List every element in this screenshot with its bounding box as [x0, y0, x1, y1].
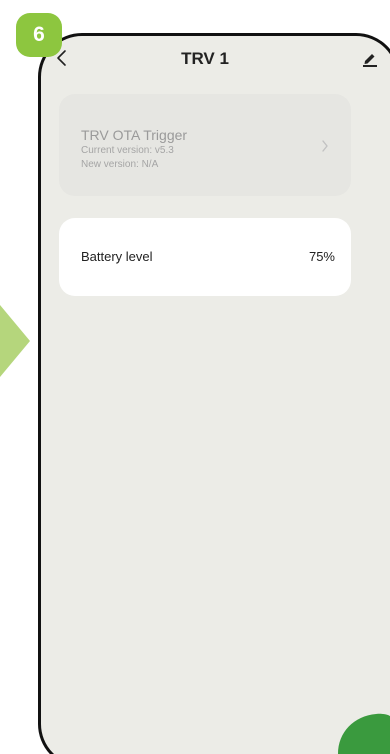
chevron-right-icon	[322, 140, 328, 152]
step-number-badge: 6	[16, 13, 62, 57]
battery-level-card: Battery level 75%	[59, 218, 351, 296]
instruction-page: TRV 1 TRV OTA Trigger Current version: v…	[0, 0, 390, 754]
ota-trigger-title: TRV OTA Trigger	[81, 127, 188, 143]
pencil-icon[interactable]	[360, 48, 380, 68]
ota-trigger-card[interactable]: TRV OTA Trigger Current version: v5.3 Ne…	[59, 94, 351, 196]
phone-frame: TRV 1 TRV OTA Trigger Current version: v…	[38, 33, 390, 754]
ota-current-version: Current version: v5.3	[81, 145, 174, 156]
step-arrow-icon	[0, 305, 30, 377]
page-title: TRV 1	[181, 49, 229, 68]
top-bar: TRV 1	[41, 36, 390, 84]
ota-new-version: New version: N/A	[81, 159, 159, 170]
battery-level-label: Battery level	[81, 249, 153, 264]
battery-level-value: 75%	[308, 249, 335, 264]
leaf-decoration-icon	[338, 713, 390, 754]
